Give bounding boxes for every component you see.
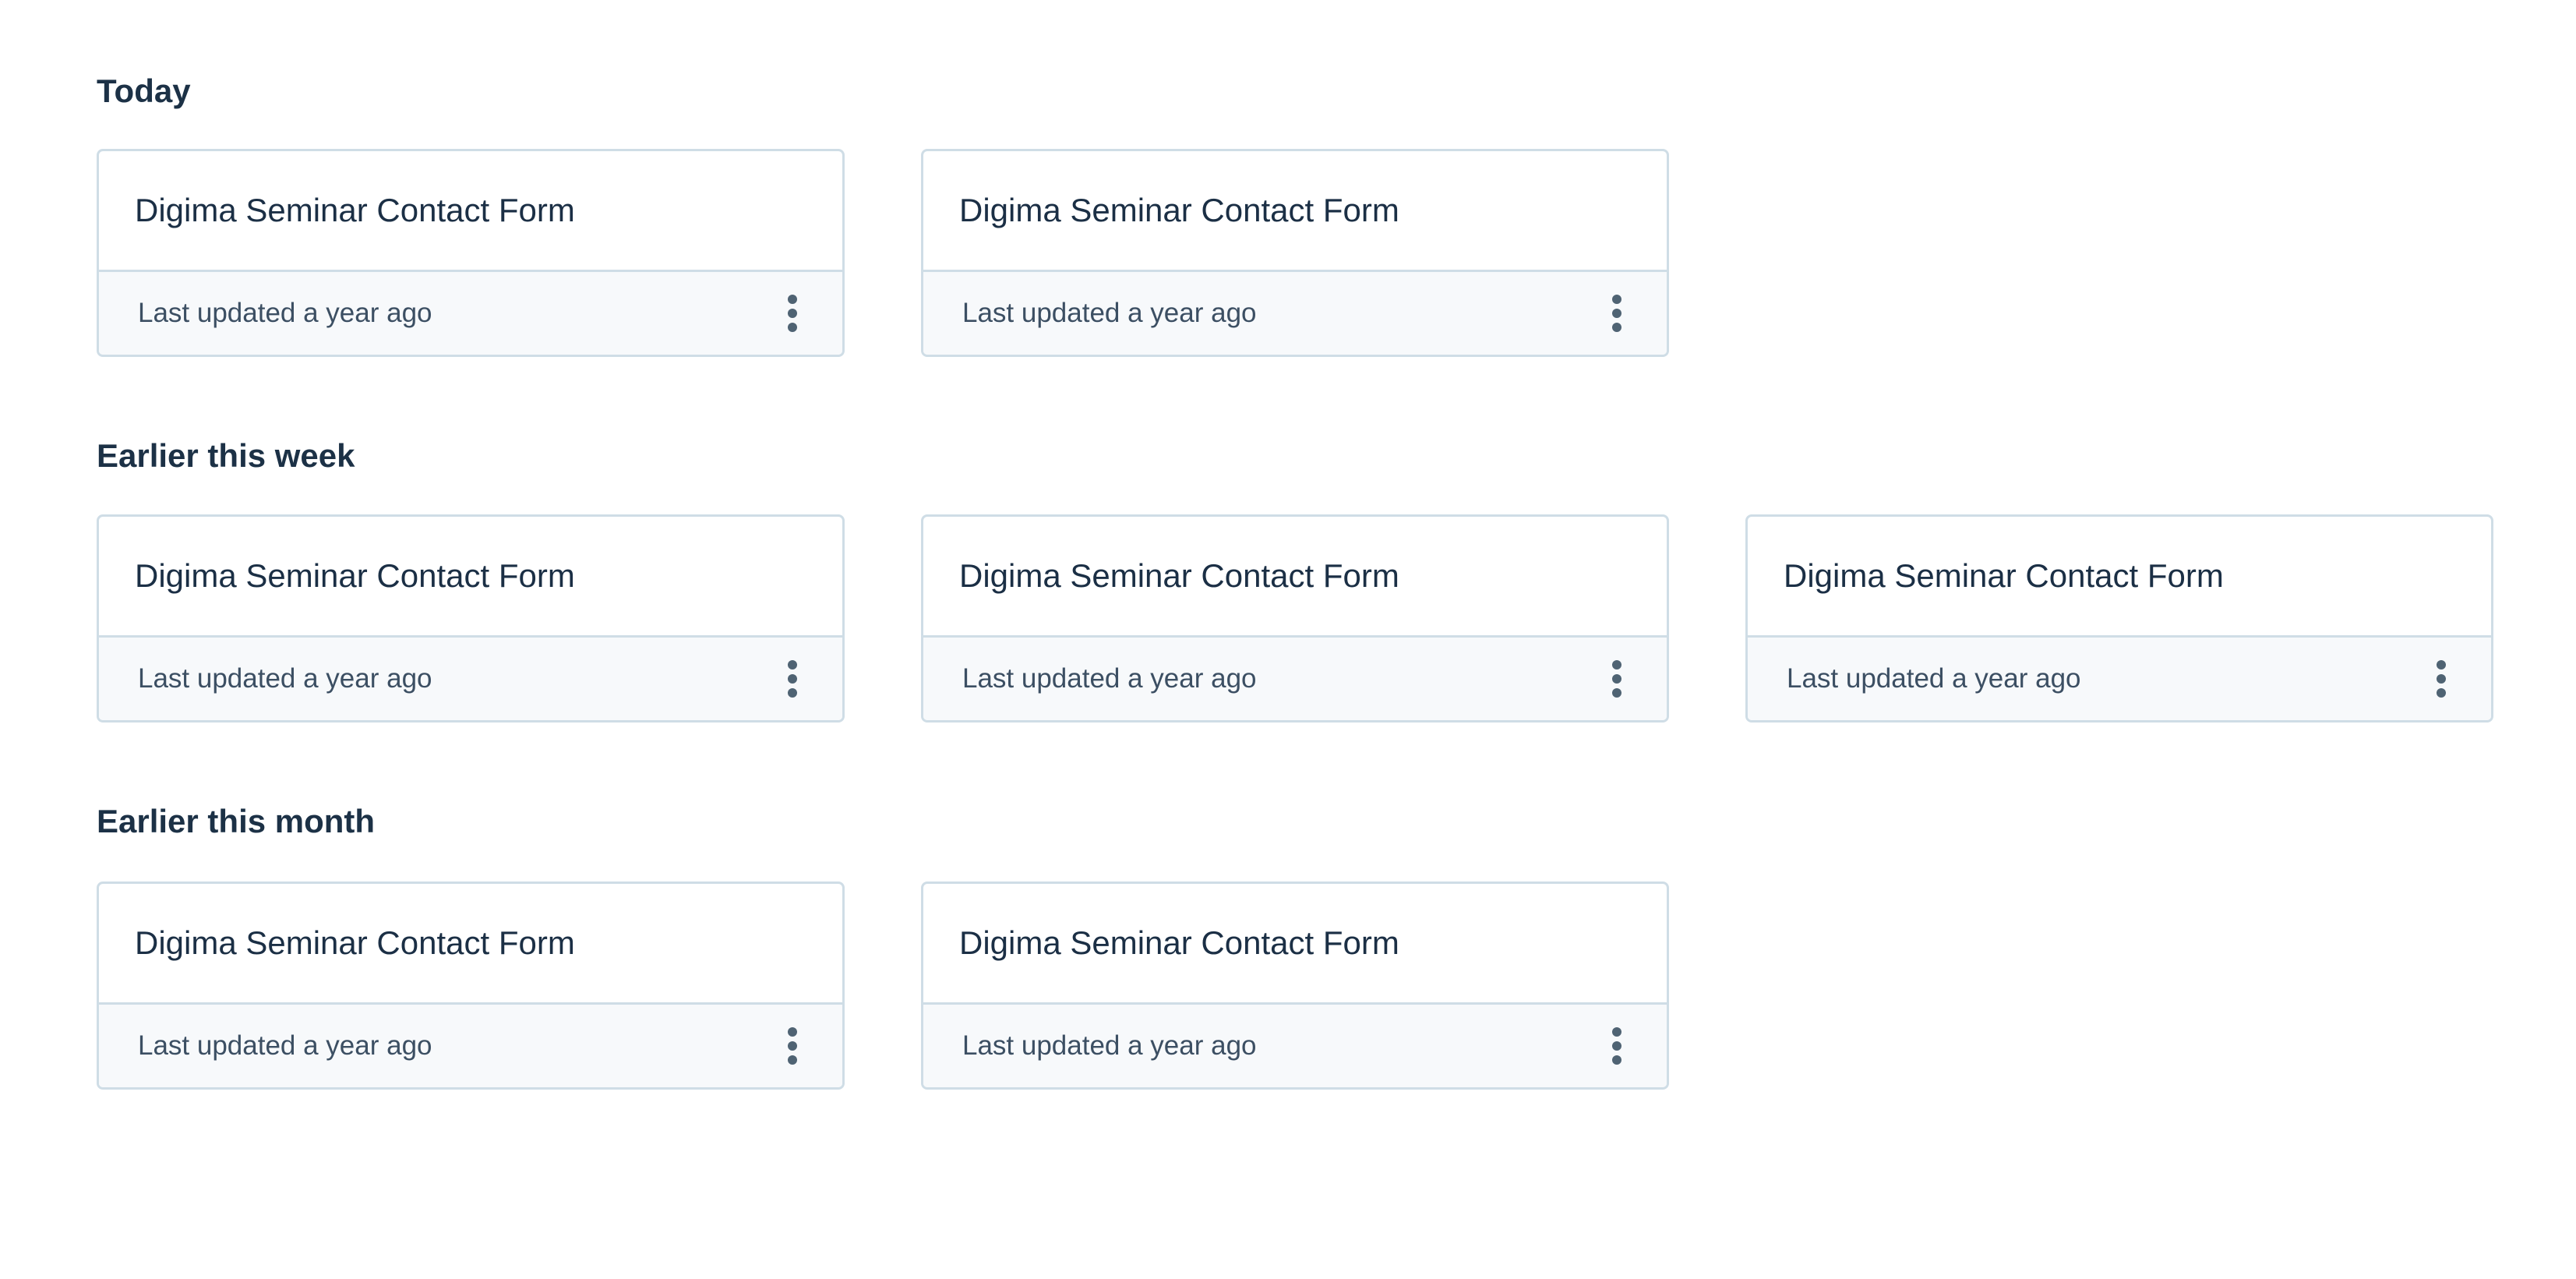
card-header: Digima Seminar Contact Form (99, 884, 842, 1005)
card-last-updated: Last updated a year ago (962, 663, 1257, 694)
form-card[interactable]: Digima Seminar Contact Form Last updated… (1745, 514, 2493, 723)
card-last-updated: Last updated a year ago (138, 663, 432, 694)
section-earlier-this-month-cards: Digima Seminar Contact Form Last updated… (97, 882, 1669, 1090)
card-last-updated: Last updated a year ago (1787, 663, 2081, 694)
card-header: Digima Seminar Contact Form (923, 884, 1667, 1005)
card-last-updated: Last updated a year ago (138, 1030, 432, 1061)
card-header: Digima Seminar Contact Form (99, 151, 842, 272)
more-vertical-icon[interactable] (1601, 655, 1632, 702)
card-footer: Last updated a year ago (99, 272, 842, 355)
card-title: Digima Seminar Contact Form (135, 924, 575, 961)
card-title: Digima Seminar Contact Form (959, 924, 1399, 961)
form-card[interactable]: Digima Seminar Contact Form Last updated… (97, 149, 845, 357)
more-vertical-icon[interactable] (1601, 290, 1632, 337)
card-last-updated: Last updated a year ago (138, 298, 432, 328)
card-footer: Last updated a year ago (1748, 638, 2491, 720)
section-today-cards: Digima Seminar Contact Form Last updated… (97, 149, 1669, 357)
card-title: Digima Seminar Contact Form (959, 192, 1399, 228)
section-title-today: Today (97, 72, 191, 109)
card-title: Digima Seminar Contact Form (1784, 557, 2224, 594)
card-header: Digima Seminar Contact Form (1748, 517, 2491, 638)
card-footer: Last updated a year ago (99, 1005, 842, 1087)
section-earlier-this-week-cards: Digima Seminar Contact Form Last updated… (97, 514, 2493, 723)
form-card[interactable]: Digima Seminar Contact Form Last updated… (921, 514, 1669, 723)
card-title: Digima Seminar Contact Form (135, 557, 575, 594)
more-vertical-icon[interactable] (2426, 655, 2457, 702)
card-footer: Last updated a year ago (923, 638, 1667, 720)
more-vertical-icon[interactable] (777, 1023, 808, 1069)
section-title-earlier-this-month: Earlier this month (97, 803, 376, 839)
more-vertical-icon[interactable] (1601, 1023, 1632, 1069)
more-vertical-icon[interactable] (777, 655, 808, 702)
more-vertical-icon[interactable] (777, 290, 808, 337)
form-card[interactable]: Digima Seminar Contact Form Last updated… (921, 882, 1669, 1090)
section-title-earlier-this-week: Earlier this week (97, 437, 355, 474)
form-card[interactable]: Digima Seminar Contact Form Last updated… (97, 514, 845, 723)
forms-page: Today Digima Seminar Contact Form Last u… (0, 0, 2576, 1279)
card-footer: Last updated a year ago (923, 1005, 1667, 1087)
card-header: Digima Seminar Contact Form (99, 517, 842, 638)
card-title: Digima Seminar Contact Form (135, 192, 575, 228)
card-footer: Last updated a year ago (99, 638, 842, 720)
card-last-updated: Last updated a year ago (962, 1030, 1257, 1061)
card-footer: Last updated a year ago (923, 272, 1667, 355)
form-card[interactable]: Digima Seminar Contact Form Last updated… (921, 149, 1669, 357)
form-card[interactable]: Digima Seminar Contact Form Last updated… (97, 882, 845, 1090)
card-header: Digima Seminar Contact Form (923, 151, 1667, 272)
card-last-updated: Last updated a year ago (962, 298, 1257, 328)
card-title: Digima Seminar Contact Form (959, 557, 1399, 594)
card-header: Digima Seminar Contact Form (923, 517, 1667, 638)
